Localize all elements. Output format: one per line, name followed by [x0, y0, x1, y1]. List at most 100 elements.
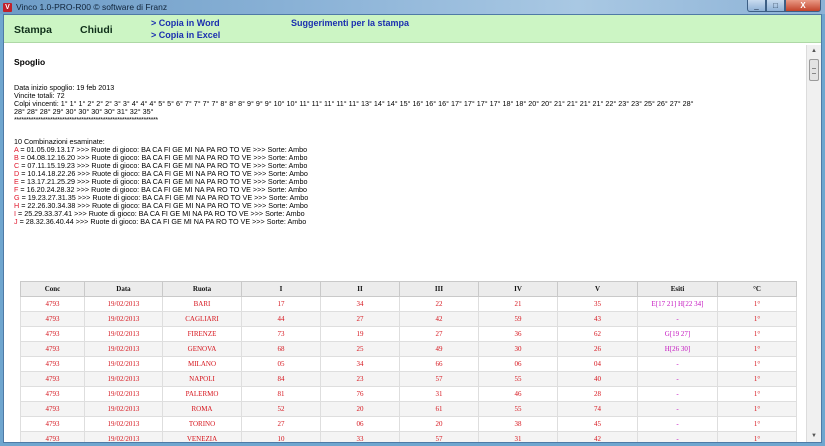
table-cell: 30 [478, 341, 558, 357]
table-cell: 42 [399, 311, 479, 327]
col-header-5: V [557, 281, 638, 297]
minimize-button[interactable]: _ [747, 0, 766, 12]
app-icon: V [3, 2, 12, 12]
table-cell: 27 [241, 416, 321, 432]
table-cell: - [637, 416, 718, 432]
maximize-button[interactable]: □ [766, 0, 785, 12]
table-cell: 73 [241, 326, 321, 342]
table-row: 4793 19/02/2013 FIRENZE 73 19 27 36 62 G[19 27] 1… [20, 326, 797, 342]
risultati-table: Conc Data Ruota I II III IV V Esiti °C 4… [20, 281, 797, 442]
table-cell: 34 [320, 296, 400, 312]
stampa-button[interactable]: Stampa [14, 24, 52, 36]
table-cell: 55 [478, 371, 558, 387]
table-cell: 42 [557, 431, 638, 442]
col-header-2: II [320, 281, 400, 297]
title-bar: V Vinco 1.0-PRO-R00 © software di Franz … [0, 0, 825, 14]
table-row: 4793 19/02/2013 MILANO 05 34 66 06 04-1° [20, 356, 797, 372]
table-cell: 81 [241, 386, 321, 402]
table-cell: 57 [399, 431, 479, 442]
table-cell: - [637, 386, 718, 402]
table-cell: H[26 30] [637, 341, 718, 357]
table-cell: 1° [717, 416, 797, 432]
table-row: 4793 19/02/2013 TORINO 27 06 20 38 45-1° [20, 416, 797, 432]
close-button[interactable]: X [785, 0, 821, 12]
table-cell: 19/02/2013 [84, 296, 163, 312]
col-header-1: I [241, 281, 321, 297]
main-window: Stampa Chiudi > Copia in Word > Copia in… [3, 14, 822, 443]
table-cell: 38 [478, 416, 558, 432]
col-header-colpo: °C [717, 281, 797, 297]
table-cell: 1° [717, 356, 797, 372]
table-cell: 19/02/2013 [84, 341, 163, 357]
table-cell: 35 [557, 296, 638, 312]
table-cell: 1° [717, 386, 797, 402]
separator: ****************************************… [14, 115, 158, 124]
table-cell: 43 [557, 311, 638, 327]
table-cell: - [637, 431, 718, 442]
vertical-scrollbar[interactable]: ▲ ▼ [806, 45, 821, 442]
scroll-up-arrow-icon[interactable]: ▲ [807, 45, 821, 57]
table-cell: 57 [399, 371, 479, 387]
col-header-3: III [399, 281, 479, 297]
table-cell: 22 [399, 296, 479, 312]
table-cell: 1° [717, 326, 797, 342]
table-cell: CAGLIARI [162, 311, 242, 327]
table-cell: - [637, 311, 718, 327]
table-cell: 4793 [20, 311, 85, 327]
table-cell: - [637, 356, 718, 372]
copia-word-link[interactable]: > Copia in Word [151, 18, 220, 28]
table-cell: ROMA [162, 401, 242, 417]
table-cell: 27 [399, 326, 479, 342]
table-cell: 1° [717, 296, 797, 312]
table-cell: PALERMO [162, 386, 242, 402]
table-cell: E[17 21] H[22 34] [637, 296, 718, 312]
table-cell: 19/02/2013 [84, 416, 163, 432]
table-cell: 20 [399, 416, 479, 432]
table-cell: 62 [557, 326, 638, 342]
table-cell: 52 [241, 401, 321, 417]
table-cell: 17 [241, 296, 321, 312]
table-cell: 4793 [20, 371, 85, 387]
col-header-esiti: Esiti [637, 281, 718, 297]
table-row: 4793 19/02/2013 ROMA 52 20 61 55 74-1° [20, 401, 797, 417]
table-cell: 34 [320, 356, 400, 372]
table-cell: 36 [478, 326, 558, 342]
scroll-thumb[interactable] [809, 59, 819, 81]
copia-excel-link[interactable]: > Copia in Excel [151, 30, 220, 40]
table-cell: 33 [320, 431, 400, 442]
table-row: 4793 19/02/2013 NAPOLI 84 23 57 55 40-1° [20, 371, 797, 387]
table-cell: 1° [717, 401, 797, 417]
table-row: 4793 19/02/2013 VENEZIA 10 33 57 31 42-1° [20, 431, 797, 442]
table-cell: 1° [717, 341, 797, 357]
table-cell: MILANO [162, 356, 242, 372]
table-row: 4793 19/02/2013 PALERMO 81 76 31 46 28-1° [20, 386, 797, 402]
col-header-ruota: Ruota [162, 281, 242, 297]
table-row: 4793 19/02/2013 CAGLIARI 44 27 42 59 43-1° [20, 311, 797, 327]
table-cell: FIRENZE [162, 326, 242, 342]
toolbar: Stampa Chiudi > Copia in Word > Copia in… [4, 15, 821, 43]
table-cell: NAPOLI [162, 371, 242, 387]
table-cell: 10 [241, 431, 321, 442]
suggerimenti-link[interactable]: Suggerimenti per la stampa [291, 18, 409, 28]
table-cell: 4793 [20, 341, 85, 357]
table-cell: BARI [162, 296, 242, 312]
table-cell: 19/02/2013 [84, 401, 163, 417]
report-content: Spoglio Data inizio spoglio: 19 feb 2013… [8, 48, 804, 442]
table-cell: 21 [478, 296, 558, 312]
scroll-down-arrow-icon[interactable]: ▼ [807, 430, 821, 442]
col-header-4: IV [478, 281, 558, 297]
table-cell: 19 [320, 326, 400, 342]
table-cell: GENOVA [162, 341, 242, 357]
window-controls: _ □ X [747, 0, 821, 12]
chiudi-button[interactable]: Chiudi [80, 24, 113, 36]
table-cell: 4793 [20, 296, 85, 312]
combinazione-item: J = 28.32.36.40.44 >>> Ruote di gioco: B… [14, 217, 307, 226]
table-cell: 27 [320, 311, 400, 327]
table-cell: TORINO [162, 416, 242, 432]
table-row: 4793 19/02/2013 GENOVA 68 25 49 30 26 H[26 30] 1° [20, 341, 797, 357]
table-cell: 19/02/2013 [84, 356, 163, 372]
table-cell: 23 [320, 371, 400, 387]
table-cell: 4793 [20, 431, 85, 442]
table-cell: 26 [557, 341, 638, 357]
section-title: Spoglio [14, 57, 46, 67]
